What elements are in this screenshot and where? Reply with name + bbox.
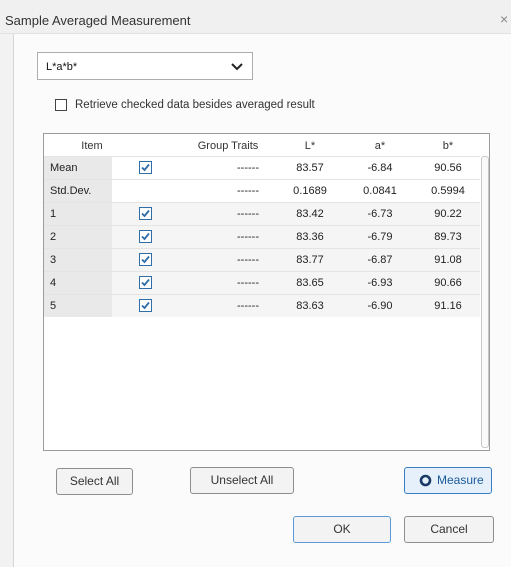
row-checkbox[interactable] <box>139 253 152 266</box>
row-a-value: -6.84 <box>367 162 393 174</box>
row-b-value: 91.08 <box>434 254 462 266</box>
cancel-button[interactable]: Cancel <box>404 516 494 543</box>
row-a-value: -6.87 <box>367 254 393 266</box>
select-all-button[interactable]: Select All <box>56 468 133 495</box>
row-group-traits: ------ <box>237 231 259 243</box>
checkmark-icon <box>141 163 150 172</box>
table-scrollbar[interactable] <box>481 156 489 448</box>
row-b-value: 90.66 <box>434 277 462 289</box>
row-item-cell: 2 <box>44 226 112 248</box>
row-b-value: 91.16 <box>434 300 462 312</box>
table-row[interactable]: 2 ------ 83.36 -6.79 89.73 <box>44 225 480 248</box>
row-l-value: 83.57 <box>296 162 324 174</box>
measure-button[interactable]: Measure <box>404 467 492 494</box>
row-l-value: 0.1689 <box>293 185 327 197</box>
row-b-value: 0.5994 <box>431 185 465 197</box>
row-item-cell: 3 <box>44 249 112 271</box>
row-checkbox[interactable] <box>139 299 152 312</box>
column-header-group-traits: Group Traits <box>197 140 259 152</box>
row-a-value: -6.79 <box>367 231 393 243</box>
color-space-select[interactable]: L*a*b* <box>37 52 253 80</box>
row-item-label: 4 <box>50 277 57 289</box>
row-a-value: -6.93 <box>367 277 393 289</box>
checkmark-icon <box>141 255 150 264</box>
retrieve-checked-checkbox[interactable] <box>55 99 67 111</box>
color-space-select-value: L*a*b* <box>46 61 78 73</box>
column-header-item: Item <box>81 140 103 152</box>
row-item-label: Mean <box>50 162 78 174</box>
measurement-table: Item Group Traits L* a* b* Mean ------ 83.… <box>43 133 490 451</box>
row-checkbox[interactable] <box>139 207 152 220</box>
table-row[interactable]: Mean ------ 83.57 -6.84 90.56 <box>44 156 480 179</box>
row-item-cell: Std.Dev. <box>44 180 112 202</box>
checkmark-icon <box>141 232 150 241</box>
row-checkbox[interactable] <box>139 230 152 243</box>
table-row[interactable]: 1 ------ 83.42 -6.73 90.22 <box>44 202 480 225</box>
row-b-value: 89.73 <box>434 231 462 243</box>
row-checkbox[interactable] <box>139 161 152 174</box>
row-a-value: -6.90 <box>367 300 393 312</box>
row-group-traits: ------ <box>237 254 259 266</box>
table-row[interactable]: 5 ------ 83.63 -6.90 91.16 <box>44 294 480 317</box>
row-item-cell: 1 <box>44 203 112 225</box>
row-item-label: Std.Dev. <box>50 185 92 197</box>
column-header-l: L* <box>304 140 316 152</box>
row-group-traits: ------ <box>237 185 259 197</box>
row-item-label: 2 <box>50 231 57 243</box>
column-header-b: b* <box>442 140 454 152</box>
row-item-cell: 4 <box>44 272 112 294</box>
table-row[interactable]: Std.Dev. ------ 0.1689 0.0841 0.5994 <box>44 179 480 202</box>
table-row[interactable]: 4 ------ 83.65 -6.93 90.66 <box>44 271 480 294</box>
row-l-value: 83.77 <box>296 254 324 266</box>
checkmark-icon <box>141 209 150 218</box>
row-a-value: -6.73 <box>367 208 393 220</box>
row-b-value: 90.56 <box>434 162 462 174</box>
row-group-traits: ------ <box>237 208 259 220</box>
window-title: Sample Averaged Measurement <box>5 13 191 28</box>
row-group-traits: ------ <box>237 300 259 312</box>
row-checkbox[interactable] <box>139 276 152 289</box>
row-l-value: 83.65 <box>296 277 324 289</box>
title-bar: Sample Averaged Measurement × <box>0 0 511 34</box>
close-icon[interactable]: × <box>500 11 508 27</box>
row-b-value: 90.22 <box>434 208 462 220</box>
retrieve-checked-label: Retrieve checked data besides averaged r… <box>75 99 315 111</box>
row-l-value: 83.42 <box>296 208 324 220</box>
row-item-cell: 5 <box>44 295 112 317</box>
table-header: Item Group Traits L* a* b* <box>44 134 489 156</box>
unselect-all-button[interactable]: Unselect All <box>190 467 294 494</box>
table-row[interactable]: 3 ------ 83.77 -6.87 91.08 <box>44 248 480 271</box>
checkmark-icon <box>141 278 150 287</box>
row-group-traits: ------ <box>237 162 259 174</box>
row-group-traits: ------ <box>237 277 259 289</box>
row-item-label: 3 <box>50 254 57 266</box>
row-item-label: 1 <box>50 208 57 220</box>
checkmark-icon <box>141 301 150 310</box>
row-item-label: 5 <box>50 300 57 312</box>
ok-button[interactable]: OK <box>293 516 391 543</box>
chevron-down-icon <box>231 63 243 71</box>
row-l-value: 83.36 <box>296 231 324 243</box>
row-l-value: 83.63 <box>296 300 324 312</box>
column-header-a: a* <box>374 140 386 152</box>
row-item-cell: Mean <box>44 157 112 179</box>
row-a-value: 0.0841 <box>363 185 397 197</box>
measure-icon <box>419 474 432 487</box>
measure-button-label: Measure <box>437 473 484 487</box>
